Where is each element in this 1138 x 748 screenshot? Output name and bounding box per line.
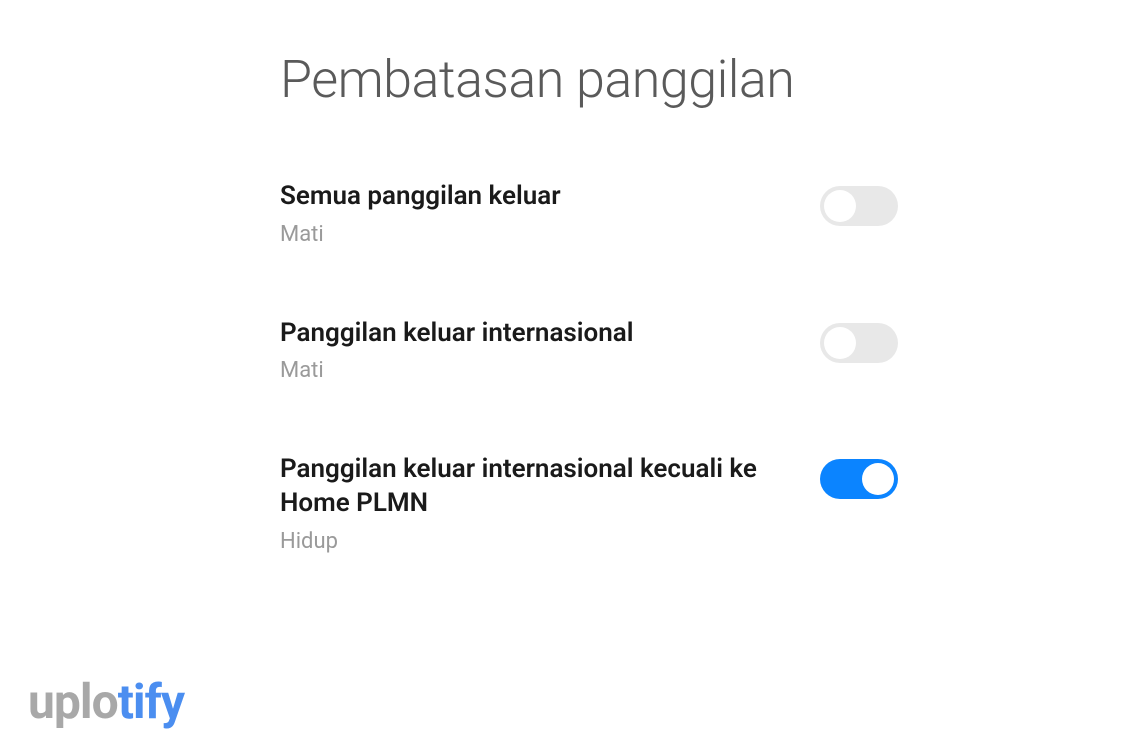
toggle-all-outgoing[interactable] xyxy=(820,186,898,226)
watermark-part1: uplo xyxy=(28,673,118,730)
setting-text: Panggilan keluar internasional kecuali k… xyxy=(280,453,820,554)
toggle-knob-icon xyxy=(862,463,894,495)
setting-row-international: Panggilan keluar internasional Mati xyxy=(280,317,898,384)
setting-status: Hidup xyxy=(280,529,780,554)
watermark-part2: tify xyxy=(118,673,184,730)
setting-text: Semua panggilan keluar Mati xyxy=(280,180,820,247)
setting-row-all-outgoing: Semua panggilan keluar Mati xyxy=(280,180,898,247)
setting-label: Panggilan keluar internasional kecuali k… xyxy=(280,453,780,521)
toggle-international-except-home[interactable] xyxy=(820,459,898,499)
setting-label: Semua panggilan keluar xyxy=(280,180,780,214)
setting-status: Mati xyxy=(280,358,780,383)
setting-label: Panggilan keluar internasional xyxy=(280,317,780,351)
setting-row-international-except-home: Panggilan keluar internasional kecuali k… xyxy=(280,453,898,554)
watermark: uplotify xyxy=(28,673,184,730)
toggle-knob-icon xyxy=(824,327,856,359)
toggle-international[interactable] xyxy=(820,323,898,363)
page-title: Pembatasan panggilan xyxy=(280,50,898,110)
setting-text: Panggilan keluar internasional Mati xyxy=(280,317,820,384)
setting-status: Mati xyxy=(280,222,780,247)
toggle-knob-icon xyxy=(824,190,856,222)
